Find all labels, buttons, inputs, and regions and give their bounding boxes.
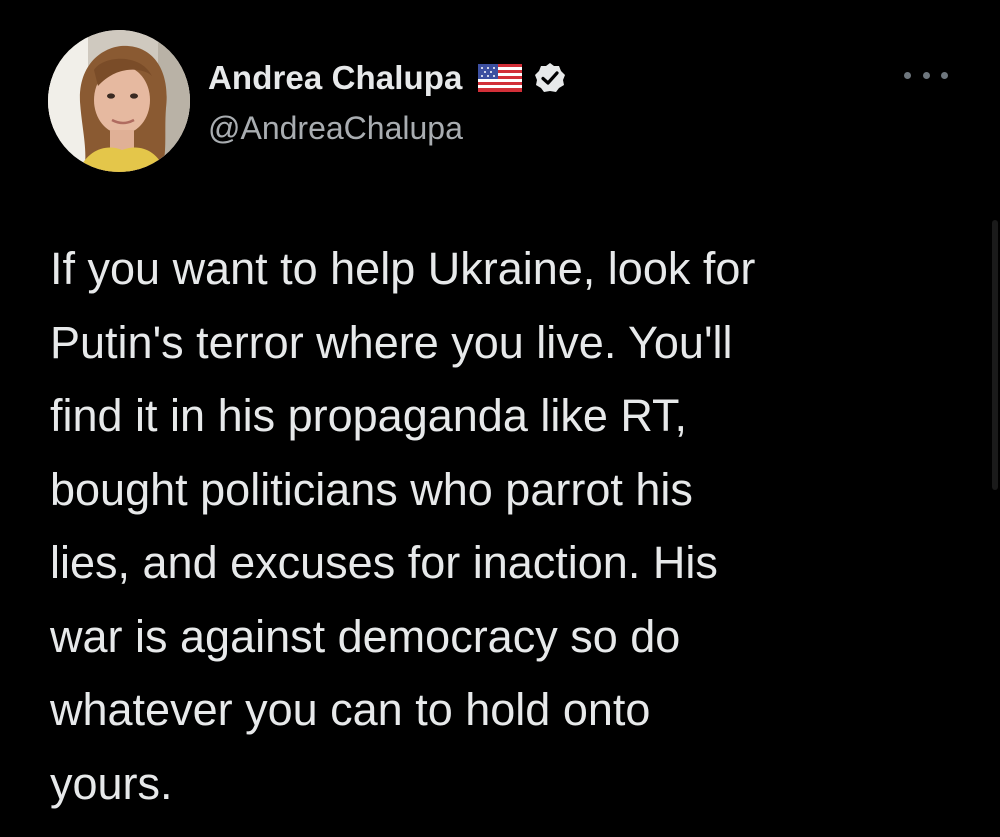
- tweet-text-line: whatever you can to hold onto: [50, 684, 651, 735]
- author-name-row: Andrea Chalupa: [208, 58, 566, 98]
- more-options-icon-dot: [922, 71, 930, 79]
- more-options-button[interactable]: [904, 60, 948, 90]
- avatar[interactable]: [48, 30, 190, 172]
- tweet-text-line: bought politicians who parrot his: [50, 463, 693, 515]
- tweet-text-line: yours.: [50, 757, 173, 809]
- tweet-text-line: war is against democracy so do: [50, 610, 681, 662]
- tweet-text-line: find it in his propaganda like RT,: [50, 390, 688, 441]
- more-options-icon-dot: [941, 71, 948, 79]
- author-handle[interactable]: @AndreaChalupa: [208, 110, 463, 147]
- tweet-text: If you want to help Ukraine, look for Pu…: [50, 232, 970, 820]
- display-name[interactable]: Andrea Chalupa: [208, 59, 462, 97]
- tweet-text-line: Putin's terror where you live. You'll: [50, 316, 733, 368]
- tweet-text-line: If you want to help Ukraine, look for: [50, 243, 756, 294]
- verified-badge-icon: [534, 62, 566, 94]
- more-options-icon: [904, 71, 911, 79]
- us-flag-icon: [478, 64, 523, 92]
- tweet-text-line: lies, and excuses for inaction. His: [50, 537, 718, 588]
- profile-photo-icon: [48, 30, 190, 172]
- tweet-card: Andrea Chalupa @AndreaChalupa If you wan…: [0, 0, 1000, 837]
- scrollbar[interactable]: [992, 220, 998, 490]
